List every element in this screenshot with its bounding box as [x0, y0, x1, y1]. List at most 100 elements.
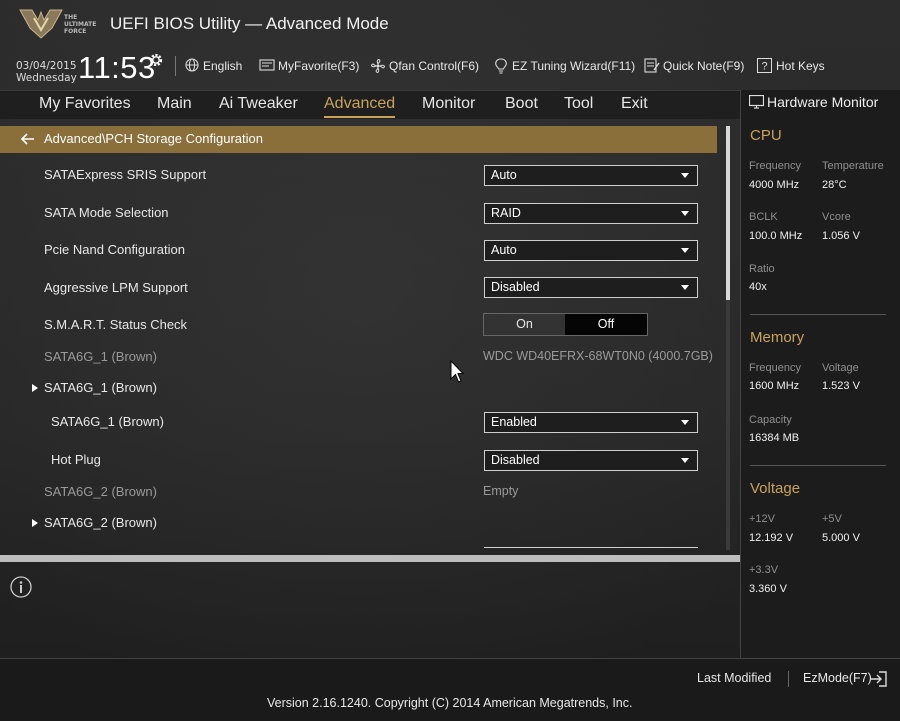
pcie-nand-dropdown[interactable]: Auto	[484, 240, 698, 261]
divider	[788, 671, 789, 687]
setting-label-port1-enable: SATA6G_1 (Brown)	[51, 414, 164, 429]
date-value: 03/04/2015	[16, 60, 77, 72]
setting-label-sataexpress-sris: SATAExpress SRIS Support	[44, 167, 207, 182]
hardware-monitor-panel: Hardware Monitor CPU Frequency Temperatu…	[740, 90, 900, 658]
cpu-bclk-value: 100.0 MHz	[749, 230, 803, 242]
fan-icon	[371, 59, 385, 73]
tab-main[interactable]: Main	[157, 95, 192, 113]
dropdown-value: Auto	[491, 168, 517, 182]
back-arrow-icon[interactable]	[20, 131, 36, 147]
cpu-vcore-label: Vcore	[822, 211, 851, 223]
voltage-heading: Voltage	[750, 480, 801, 497]
help-panel	[0, 562, 740, 658]
setting-label-pcie-nand: Pcie Nand Configuration	[44, 242, 185, 257]
chevron-down-icon	[681, 211, 689, 216]
setting-label-aggressive-lpm: Aggressive LPM Support	[44, 280, 188, 295]
port2-group-label[interactable]: SATA6G_2 (Brown)	[44, 515, 157, 530]
aggressive-lpm-dropdown[interactable]: Disabled	[484, 277, 698, 298]
toggle-on[interactable]: On	[484, 314, 565, 335]
quick-note-label: Quick Note(F9)	[663, 59, 745, 73]
qfan-control-label: Qfan Control(F6)	[389, 59, 480, 73]
section-divider	[750, 465, 886, 466]
scrollbar-thumb[interactable]	[726, 126, 730, 300]
footer: Last Modified EzMode(F7) Version 2.16.12…	[0, 658, 900, 721]
hot-keys-label: Hot Keys	[776, 59, 825, 73]
date-display[interactable]: 03/04/2015 Wednesday	[16, 60, 77, 84]
version-text: Version 2.16.1240. Copyright (C) 2014 Am…	[267, 696, 633, 710]
tuf-logo	[19, 9, 63, 39]
hardware-monitor-label: Hardware Monitor	[767, 94, 879, 110]
memory-frequency-value: 1600 MHz	[749, 380, 800, 392]
port1-enable-dropdown[interactable]: Enabled	[484, 412, 698, 433]
voltage-3v3-label: +3.3V	[749, 564, 779, 576]
expand-arrow-icon[interactable]	[32, 384, 38, 392]
tab-boot[interactable]: Boot	[505, 95, 538, 113]
bulb-icon	[495, 58, 507, 74]
tab-ai-tweaker[interactable]: Ai Tweaker	[219, 95, 298, 113]
mouse-cursor-icon	[450, 360, 464, 383]
cpu-temperature-value: 28°C	[822, 179, 847, 191]
globe-icon	[185, 58, 199, 72]
section-divider	[750, 314, 886, 315]
expand-arrow-icon[interactable]	[32, 519, 38, 527]
cpu-ratio-label: Ratio	[749, 263, 775, 275]
sata-mode-dropdown[interactable]: RAID	[484, 203, 698, 224]
smart-toggle[interactable]: On Off	[483, 313, 648, 336]
voltage-5v-value: 5.000 V	[822, 532, 860, 544]
last-modified-button[interactable]: Last Modified	[697, 671, 771, 685]
toggle-off[interactable]: Off	[565, 314, 647, 335]
gear-icon[interactable]	[147, 51, 165, 69]
memory-voltage-value: 1.523 V	[822, 380, 860, 392]
chevron-down-icon	[681, 285, 689, 290]
voltage-3v3-value: 3.360 V	[749, 583, 787, 595]
dropdown-value: Disabled	[491, 280, 540, 294]
breadcrumb-path: Advanced\PCH Storage Configuration	[44, 131, 263, 146]
myfavorite-label: MyFavorite(F3)	[278, 59, 360, 73]
ezmode-button[interactable]: EzMode(F7)	[803, 671, 872, 685]
port1-info-label: SATA6G_1 (Brown)	[44, 349, 157, 364]
memory-capacity-label: Capacity	[749, 414, 792, 426]
cpu-frequency-value: 4000 MHz	[749, 179, 800, 191]
cpu-bclk-label: BCLK	[749, 211, 778, 223]
dropdown-value: Auto	[491, 243, 517, 257]
settings-list: SATAExpress SRIS Support Auto SATA Mode …	[0, 153, 717, 553]
port2-device: Empty	[483, 484, 519, 498]
favorite-icon	[259, 59, 275, 71]
tab-exit[interactable]: Exit	[621, 95, 648, 113]
sataexpress-sris-dropdown[interactable]: Auto	[484, 165, 698, 186]
menu-bar: My Favorites Main Ai Tweaker Advanced Mo…	[0, 90, 740, 119]
divider	[175, 56, 176, 76]
port2-info-label: SATA6G_2 (Brown)	[44, 484, 157, 499]
port1-group-label[interactable]: SATA6G_1 (Brown)	[44, 380, 157, 395]
cpu-frequency-label: Frequency	[749, 160, 801, 172]
monitor-icon	[749, 95, 764, 109]
tab-advanced[interactable]: Advanced	[324, 95, 395, 113]
app-title: UEFI BIOS Utility — Advanced Mode	[110, 14, 389, 33]
ezmode-label: EzMode(F7)	[803, 671, 872, 685]
exit-arrow-icon[interactable]	[870, 671, 888, 687]
tab-tool[interactable]: Tool	[564, 95, 593, 113]
partially-visible-dropdown[interactable]	[484, 547, 698, 553]
svg-text:?: ?	[761, 61, 767, 73]
language-label: English	[203, 59, 243, 73]
port1-device: WDC WD40EFRX-68WT0N0 (4000.7GB)	[483, 349, 713, 363]
setting-label-hot-plug: Hot Plug	[51, 452, 101, 467]
hot-plug-dropdown[interactable]: Disabled	[484, 450, 698, 471]
cpu-heading: CPU	[750, 127, 782, 144]
breadcrumb: Advanced\PCH Storage Configuration	[0, 126, 717, 153]
help-divider	[0, 555, 740, 562]
header: THE ULTIMATE FORCE UEFI BIOS Utility — A…	[0, 0, 900, 90]
tab-monitor[interactable]: Monitor	[422, 95, 475, 113]
tab-my-favorites[interactable]: My Favorites	[39, 95, 131, 113]
chevron-down-icon	[681, 458, 689, 463]
voltage-5v-label: +5V	[822, 513, 842, 525]
cpu-ratio-value: 40x	[749, 281, 767, 293]
dropdown-value: RAID	[491, 206, 521, 220]
memory-voltage-label: Voltage	[822, 362, 859, 374]
memory-heading: Memory	[750, 329, 805, 346]
info-icon	[10, 576, 32, 598]
voltage-12v-value: 12.192 V	[749, 532, 794, 544]
time-display[interactable]: 11:53	[78, 50, 156, 86]
setting-label-smart: S.M.A.R.T. Status Check	[44, 317, 188, 332]
question-icon: ?	[757, 58, 772, 73]
